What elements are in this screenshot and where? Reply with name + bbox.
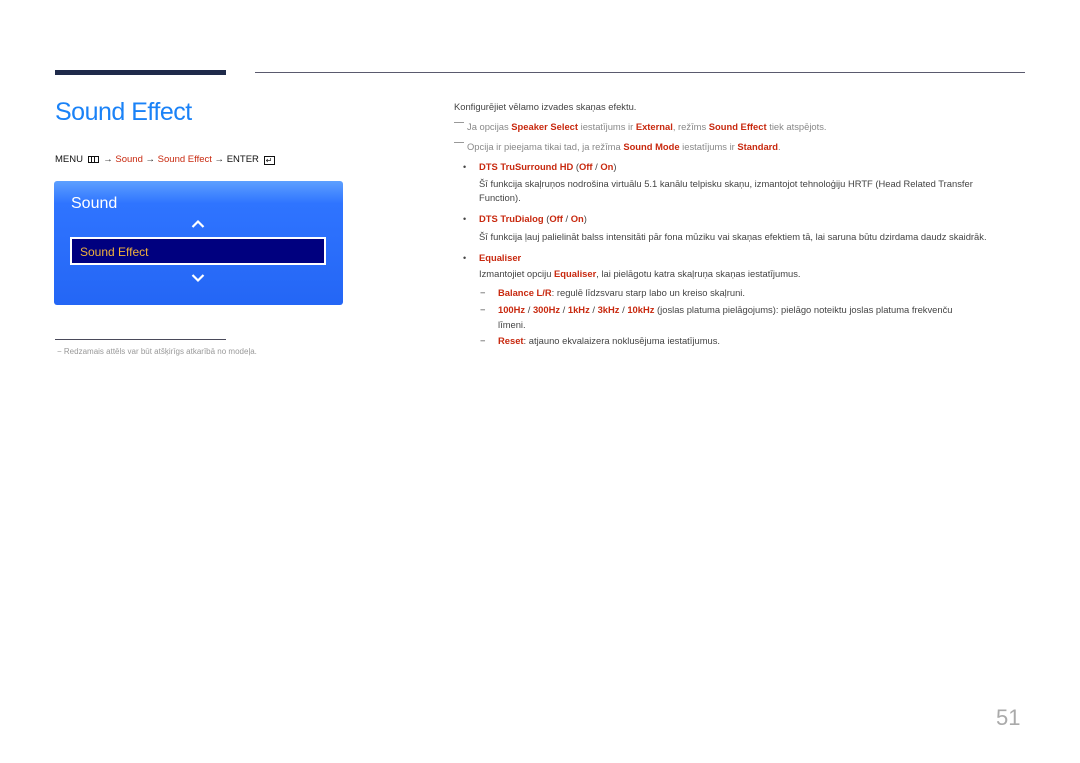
option-dts-trudialog: DTS TruDialog (Off / On)	[479, 213, 587, 224]
band-3khz: 3kHz	[597, 304, 620, 315]
option-name: DTS TruDialog	[479, 213, 544, 224]
osd-item-label: Sound Effect	[80, 245, 149, 259]
bullet: •	[463, 214, 467, 224]
footnote-dash: −	[57, 347, 62, 356]
separator: /	[560, 304, 568, 315]
option-description: Šī funkcija ļauj palielināt balss intens…	[479, 231, 987, 242]
sub-option-reset: Reset: atjauno ekvalaizera noklusējuma i…	[498, 335, 720, 346]
separator: /	[562, 213, 571, 224]
note-text: , režīms	[672, 121, 709, 132]
note-keyword: Speaker Select	[511, 121, 579, 132]
separator: /	[525, 304, 533, 315]
sub-option-balance: Balance L/R: regulē līdzsvaru starp labo…	[498, 287, 745, 298]
note-text: iestatījums ir	[679, 141, 738, 152]
chevron-down-icon[interactable]	[191, 273, 205, 283]
sub-dash: −	[480, 304, 486, 315]
note-text: Opcija ir pieejama tikai tad, ja režīma	[467, 141, 624, 152]
menu-step-sound: Sound	[115, 154, 143, 165]
enter-label: ENTER	[226, 154, 259, 165]
paren: )	[583, 213, 587, 224]
sub-option-text: līmeni.	[498, 319, 526, 330]
option-description: Šī funkcija skaļruņos nodrošina virtuālu…	[479, 178, 973, 189]
menu-step-sound-effect: Sound Effect	[157, 154, 212, 165]
footnote: − Redzamais attēls var būt atšķirīgs atk…	[57, 347, 257, 356]
option-description: Function).	[479, 192, 521, 203]
note-dash	[454, 142, 464, 143]
option-value-off: Off	[549, 213, 563, 224]
footnote-divider	[55, 339, 226, 340]
chevron-up-icon[interactable]	[191, 219, 205, 229]
arrow: →	[214, 154, 225, 165]
osd-menu-panel: Sound Sound Effect	[54, 181, 343, 305]
bullet: •	[463, 162, 467, 172]
option-dts-trusurround-hd: DTS TruSurround HD (Off / On)	[479, 161, 617, 172]
band-100hz: 100Hz	[498, 304, 526, 315]
note-1: Ja opcijas Speaker Select iestatījums ir…	[454, 121, 827, 132]
desc-keyword: Equaliser	[554, 268, 597, 279]
header-rule-thin	[255, 72, 1025, 73]
note-text: .	[778, 141, 781, 152]
option-value-on: On	[600, 161, 614, 172]
note-keyword: Sound Mode	[623, 141, 680, 152]
option-name: DTS TruSurround HD	[479, 161, 574, 172]
note-keyword: Standard	[737, 141, 779, 152]
page-number: 51	[996, 705, 1021, 730]
osd-item-sound-effect[interactable]: Sound Effect	[70, 237, 326, 265]
header-rule-thick	[55, 70, 226, 75]
note-keyword: Sound Effect	[708, 121, 767, 132]
option-value-off: Off	[579, 161, 593, 172]
sub-dash: −	[480, 335, 486, 346]
desc-text: , lai pielāgotu katra skaļruņa skaņas ie…	[596, 268, 801, 279]
sub-option-name: Reset	[498, 335, 524, 346]
option-value-on: On	[570, 213, 584, 224]
paren: )	[613, 161, 617, 172]
note-text: tiek atspējots.	[766, 121, 827, 132]
note-text: Ja opcijas	[467, 121, 512, 132]
note-2: Opcija ir pieejama tikai tad, ja režīma …	[454, 141, 781, 152]
sub-option-text: : atjauno ekvalaizera noklusējuma iestat…	[523, 335, 721, 346]
option-description: Izmantojiet opciju Equaliser, lai pielāg…	[479, 268, 801, 279]
sub-option-text: (joslas platuma pielāgojums): pielāgo no…	[654, 304, 953, 315]
arrow: →	[103, 154, 113, 165]
menu-grid-icon	[87, 156, 99, 163]
arrow: →	[145, 154, 156, 165]
note-keyword: External	[635, 121, 673, 132]
band-10khz: 10kHz	[627, 304, 655, 315]
footnote-text: Redzamais attēls var būt atšķirīgs atkar…	[63, 347, 257, 356]
desc-text: Izmantojiet opciju	[479, 268, 555, 279]
menu-path: MENU → Sound → Sound Effect → ENTER ↵	[55, 154, 275, 165]
osd-title: Sound	[71, 195, 118, 212]
page-title: Sound Effect	[55, 98, 192, 126]
note-dash	[454, 122, 464, 123]
enter-return-icon: ↵	[263, 156, 275, 165]
intro-text: Konfigurējiet vēlamo izvades skaņas efek…	[454, 101, 637, 112]
band-1khz: 1kHz	[567, 304, 590, 315]
sub-dash: −	[480, 287, 486, 298]
band-300hz: 300Hz	[532, 304, 561, 315]
separator: /	[589, 304, 598, 315]
option-equaliser: Equaliser	[479, 252, 522, 263]
sub-option-bands: 100Hz / 300Hz / 1kHz / 3kHz / 10kHz (jos…	[498, 304, 953, 315]
sub-option-name: Balance L/R	[498, 287, 552, 298]
menu-label: MENU	[55, 154, 83, 165]
note-text: iestatījums ir	[578, 121, 636, 132]
sub-option-text: : regulē līdzsvaru starp labo un kreiso …	[551, 287, 745, 298]
bullet: •	[463, 253, 467, 263]
